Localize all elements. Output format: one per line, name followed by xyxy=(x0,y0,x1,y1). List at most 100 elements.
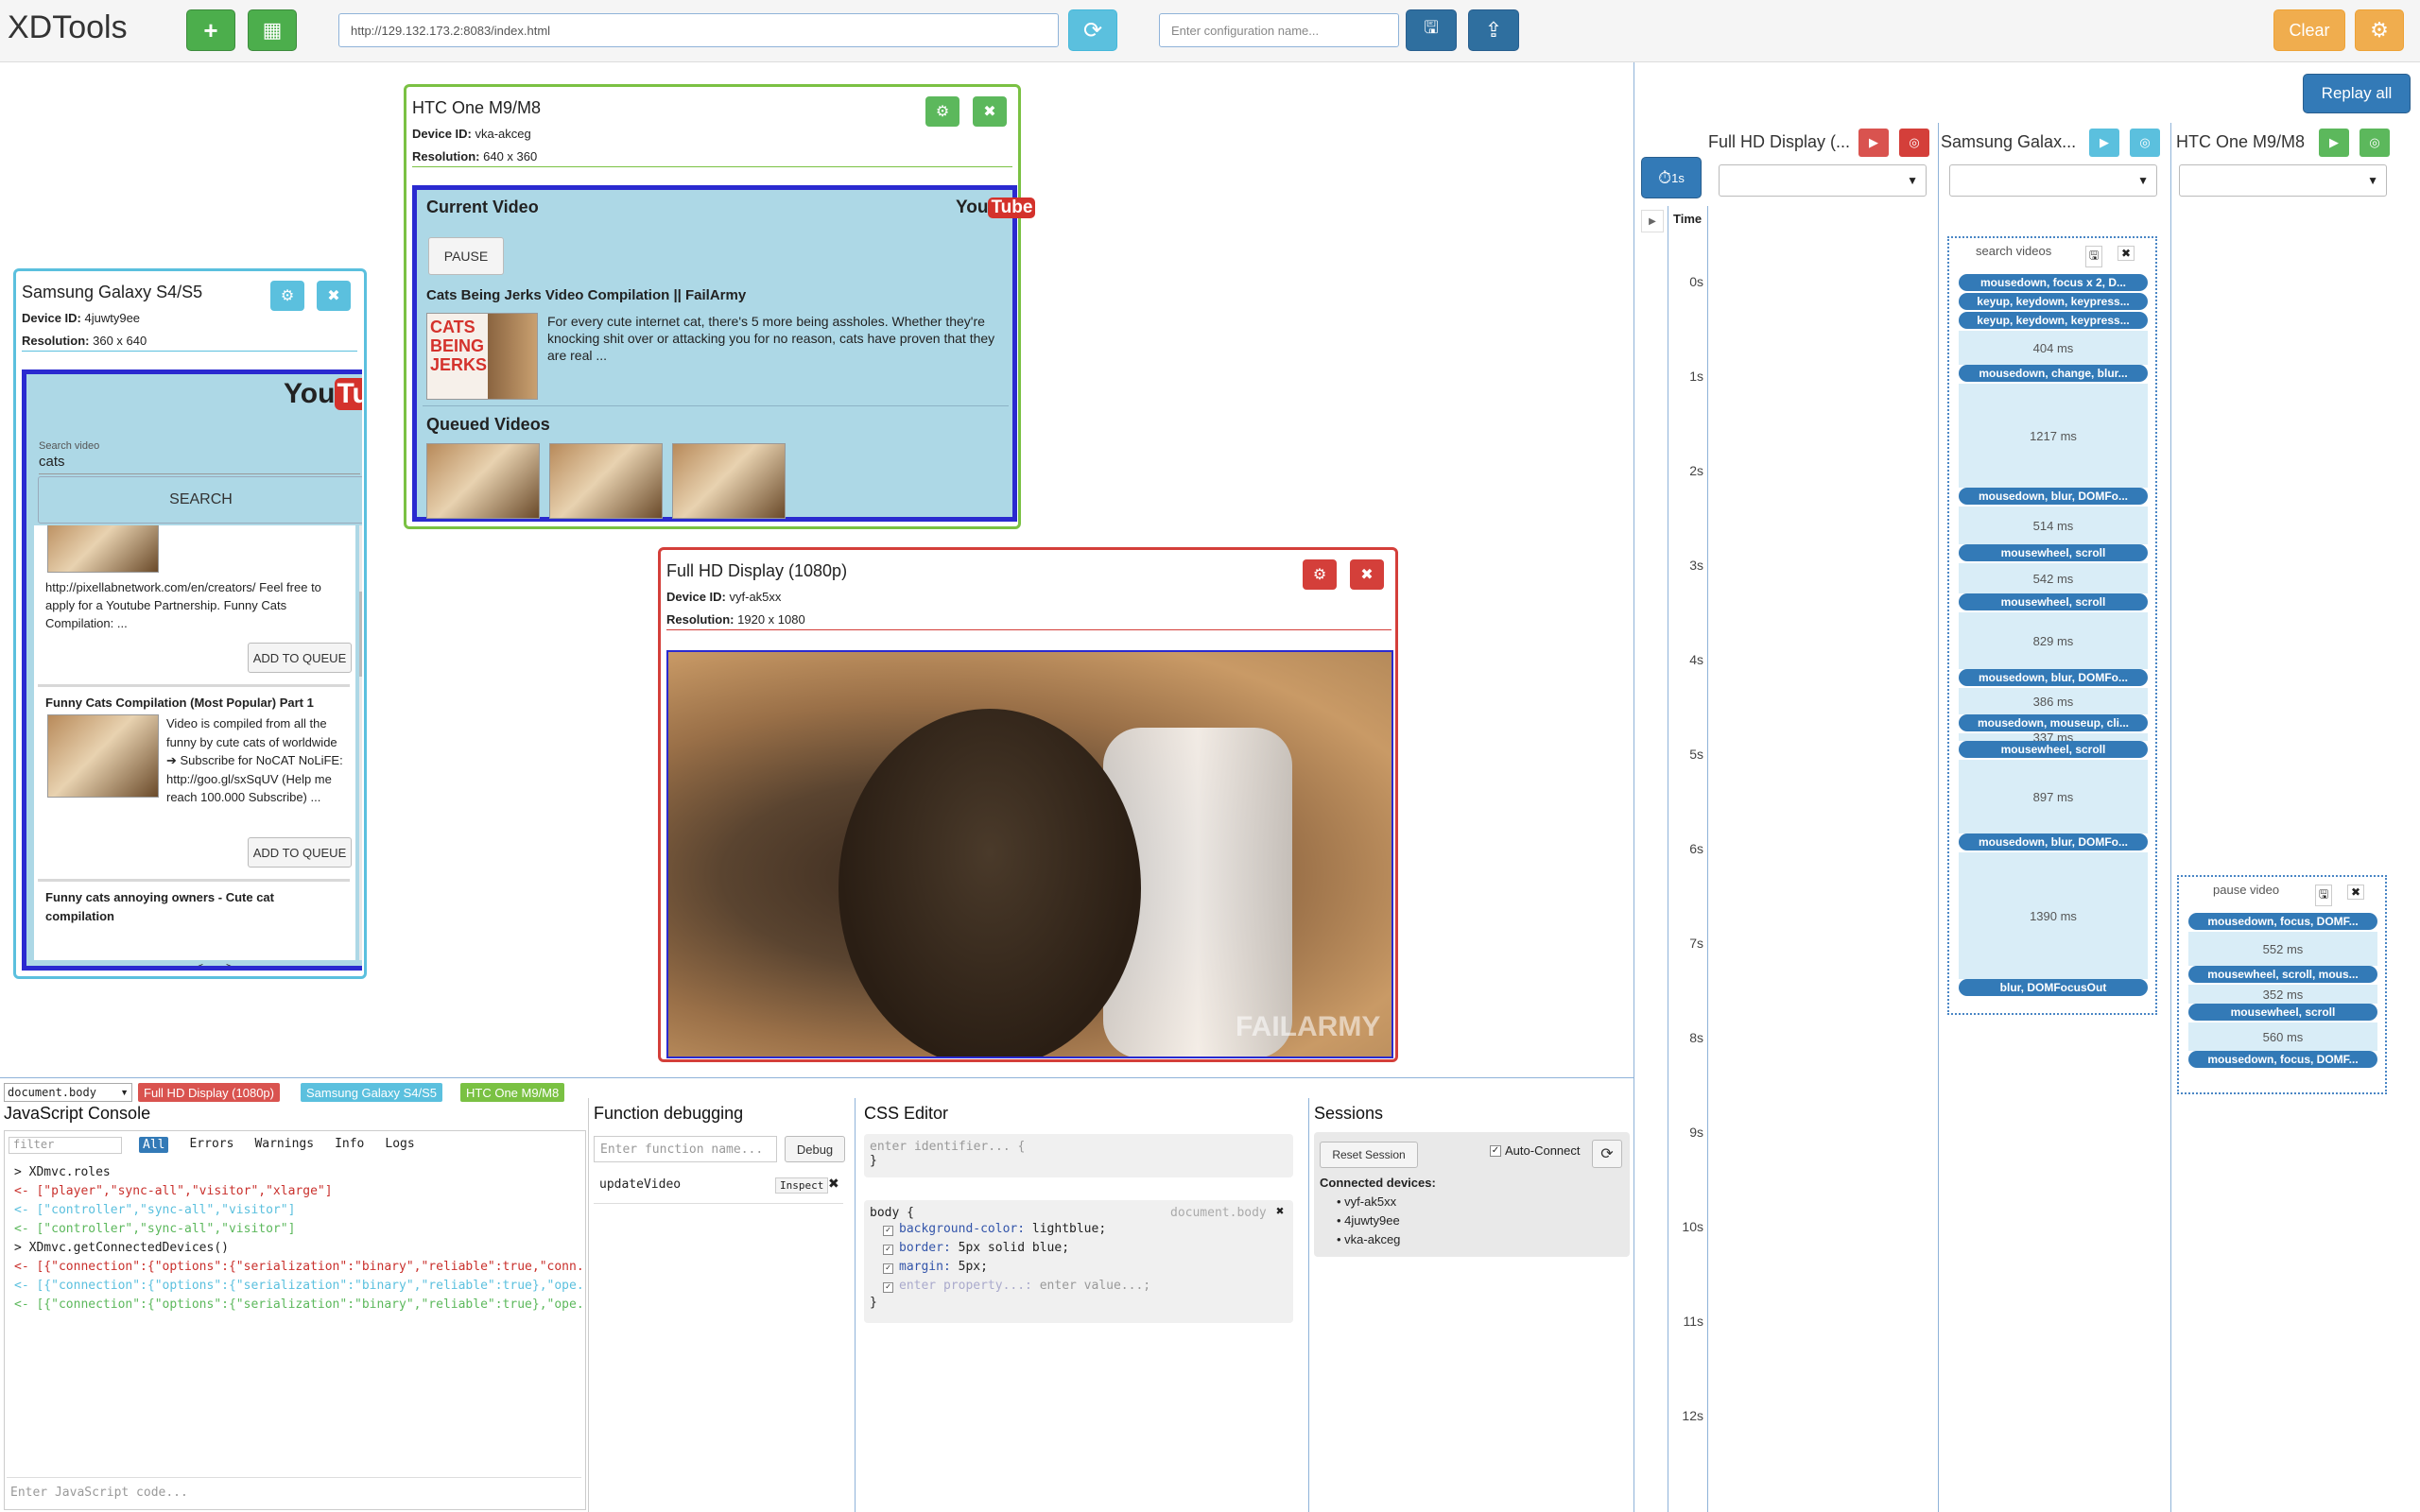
add-to-queue-button[interactable]: ADD TO QUEUE xyxy=(248,643,352,673)
save-config-button[interactable]: 🖫 xyxy=(1406,9,1457,51)
event-pill[interactable]: mousewheel, scroll xyxy=(1959,593,2148,610)
search-input[interactable]: cats xyxy=(39,454,360,474)
function-name: updateVideo xyxy=(599,1177,682,1192)
delete-session-button[interactable]: ✖ xyxy=(2347,885,2365,900)
video-description: For every cute internet cat, there's 5 m… xyxy=(547,314,995,363)
session-select[interactable]: ▼ xyxy=(2179,164,2387,197)
device-tag-samsung[interactable]: Samsung Galaxy S4/S5 xyxy=(301,1083,443,1102)
pause-button[interactable]: PAUSE xyxy=(428,237,504,275)
event-pill[interactable]: blur, DOMFocusOut xyxy=(1959,979,2148,996)
replay-button[interactable]: ▶ xyxy=(2089,129,2119,157)
event-pill[interactable]: mousedown, change, blur... xyxy=(1959,365,2148,382)
element-selector[interactable]: document.body ▼ xyxy=(4,1083,132,1102)
search-button[interactable]: SEARCH xyxy=(38,476,362,524)
replay-all-button[interactable]: Replay all xyxy=(2303,74,2411,113)
connected-device-item: • vka-akceg xyxy=(1337,1232,1401,1246)
css-rule[interactable]: ✓ enter property...: enter value...; xyxy=(883,1277,1288,1296)
result-description: Video is compiled from all the funny by … xyxy=(166,716,343,804)
event-pill[interactable]: mousedown, mouseup, cli... xyxy=(1959,714,2148,731)
device-settings-button[interactable]: ⚙ xyxy=(1303,559,1337,590)
url-input[interactable]: http://129.132.173.2:8083/index.html xyxy=(338,13,1059,47)
level-warnings[interactable]: Warnings xyxy=(254,1137,314,1153)
prev-page-button[interactable]: < xyxy=(197,960,203,966)
device-settings-button[interactable]: ⚙ xyxy=(270,281,304,311)
clear-button[interactable]: Clear xyxy=(2273,9,2345,51)
device-tag-fullhd[interactable]: Full HD Display (1080p) xyxy=(138,1083,280,1102)
video-player[interactable]: FAILARMY xyxy=(666,650,1393,1058)
event-pill[interactable]: mousedown, focus x 2, D... xyxy=(1959,274,2148,291)
refresh-button[interactable]: ⟳ xyxy=(1068,9,1117,51)
reset-session-button[interactable]: Reset Session xyxy=(1320,1142,1418,1168)
expand-icon[interactable]: ▶ xyxy=(1641,210,1664,232)
queued-video-thumb[interactable] xyxy=(672,443,786,519)
event-pill[interactable]: keyup, keydown, keypress... xyxy=(1959,312,2148,329)
event-pill[interactable]: mousewheel, scroll, mous... xyxy=(2188,966,2377,983)
record-icon: ◎ xyxy=(2369,135,2380,149)
queued-video-thumb[interactable] xyxy=(426,443,540,519)
level-all[interactable]: All xyxy=(139,1137,169,1153)
inspect-button[interactable]: Inspect xyxy=(775,1177,829,1194)
interval-button[interactable]: ⏱ 1s xyxy=(1641,157,1702,198)
level-info[interactable]: Info xyxy=(335,1137,364,1153)
device-close-button[interactable]: ✖ xyxy=(973,96,1007,127)
refresh-sessions-button[interactable]: ⟳ xyxy=(1592,1140,1622,1168)
console-input[interactable]: Enter JavaScript code... xyxy=(7,1477,581,1505)
device-tag-htc[interactable]: HTC One M9/M8 xyxy=(460,1083,565,1102)
device-settings-button[interactable]: ⚙ xyxy=(925,96,959,127)
next-page-button[interactable]: > xyxy=(226,960,233,966)
event-pill[interactable]: mousewheel, scroll xyxy=(1959,741,2148,758)
delay-gap: 514 ms xyxy=(1959,507,2148,544)
identifier-input[interactable]: enter identifier... { xyxy=(870,1140,1288,1154)
remove-icon[interactable]: ✖ xyxy=(828,1176,839,1192)
css-rule[interactable]: ✓ background-color: lightblue; xyxy=(883,1220,1288,1239)
device-close-button[interactable]: ✖ xyxy=(1350,559,1384,590)
session-select[interactable]: ▼ xyxy=(1719,164,1927,197)
add-to-queue-button[interactable]: ADD TO QUEUE xyxy=(248,837,352,868)
watermark: FAILARMY xyxy=(1236,1011,1381,1042)
recorded-session-search[interactable]: search videos 🖫 ✖ mousedown, focus x 2, … xyxy=(1947,236,2157,1015)
record-button[interactable]: ◎ xyxy=(2130,129,2160,157)
auto-connect-toggle[interactable]: ✓ Auto-Connect xyxy=(1490,1143,1581,1158)
add-device-button[interactable]: + xyxy=(186,9,235,51)
css-rule[interactable]: ✓ margin: 5px; xyxy=(883,1258,1288,1277)
record-icon: ◎ xyxy=(1909,135,1920,149)
result-thumbnail xyxy=(47,525,159,573)
save-session-button[interactable]: 🖫 xyxy=(2085,246,2103,267)
replay-button[interactable]: ▶ xyxy=(2319,129,2349,157)
save-icon: 🖫 xyxy=(2089,249,2100,262)
close-icon: ✖ xyxy=(1360,567,1374,583)
time-tick: 7s xyxy=(1689,936,1703,951)
delete-session-button[interactable]: ✖ xyxy=(2118,246,2135,261)
event-pill[interactable]: mousedown, blur, DOMFo... xyxy=(1959,833,2148,850)
event-pill[interactable]: mousedown, blur, DOMFo... xyxy=(1959,488,2148,505)
queued-video-thumb[interactable] xyxy=(549,443,663,519)
console-level-tabs: All Errors Warnings Info Logs xyxy=(139,1137,415,1153)
settings-button[interactable]: ⚙ xyxy=(2355,9,2404,51)
save-session-button[interactable]: 🖫 xyxy=(2315,885,2333,906)
remove-icon[interactable]: ✖ xyxy=(1276,1204,1284,1219)
recorded-session-pause[interactable]: pause video 🖫 ✖ mousedown, focus, DOMF..… xyxy=(2177,875,2387,1094)
load-config-button[interactable]: ⇪ xyxy=(1468,9,1519,51)
event-pill[interactable]: keyup, keydown, keypress... xyxy=(1959,293,2148,310)
event-pill[interactable]: mousedown, focus, DOMF... xyxy=(2188,1051,2377,1068)
record-button[interactable]: ◎ xyxy=(1899,129,1929,157)
replay-button[interactable]: ▶ xyxy=(1858,129,1889,157)
event-pill[interactable]: mousedown, focus, DOMF... xyxy=(2188,913,2377,930)
function-name-input[interactable]: Enter function name... xyxy=(594,1136,777,1162)
config-name-input[interactable]: Enter configuration name... xyxy=(1159,13,1399,47)
event-pill[interactable]: mousewheel, scroll xyxy=(2188,1004,2377,1021)
device-close-button[interactable]: ✖ xyxy=(317,281,351,311)
session-select[interactable]: ▼ xyxy=(1949,164,2157,197)
qr-code-button[interactable]: ▦ xyxy=(248,9,297,51)
debug-button[interactable]: Debug xyxy=(785,1136,845,1162)
event-pill[interactable]: mousedown, blur, DOMFo... xyxy=(1959,669,2148,686)
play-icon: ▶ xyxy=(1869,135,1878,149)
level-errors[interactable]: Errors xyxy=(189,1137,233,1153)
device-resolution: Resolution: 640 x 360 xyxy=(412,149,538,163)
record-button[interactable]: ◎ xyxy=(2360,129,2390,157)
event-pill[interactable]: mousewheel, scroll xyxy=(1959,544,2148,561)
level-logs[interactable]: Logs xyxy=(385,1137,414,1153)
console-filter[interactable]: filter xyxy=(9,1137,122,1154)
scrollbar[interactable] xyxy=(359,525,362,960)
css-rule[interactable]: ✓ border: 5px solid blue; xyxy=(883,1239,1288,1258)
